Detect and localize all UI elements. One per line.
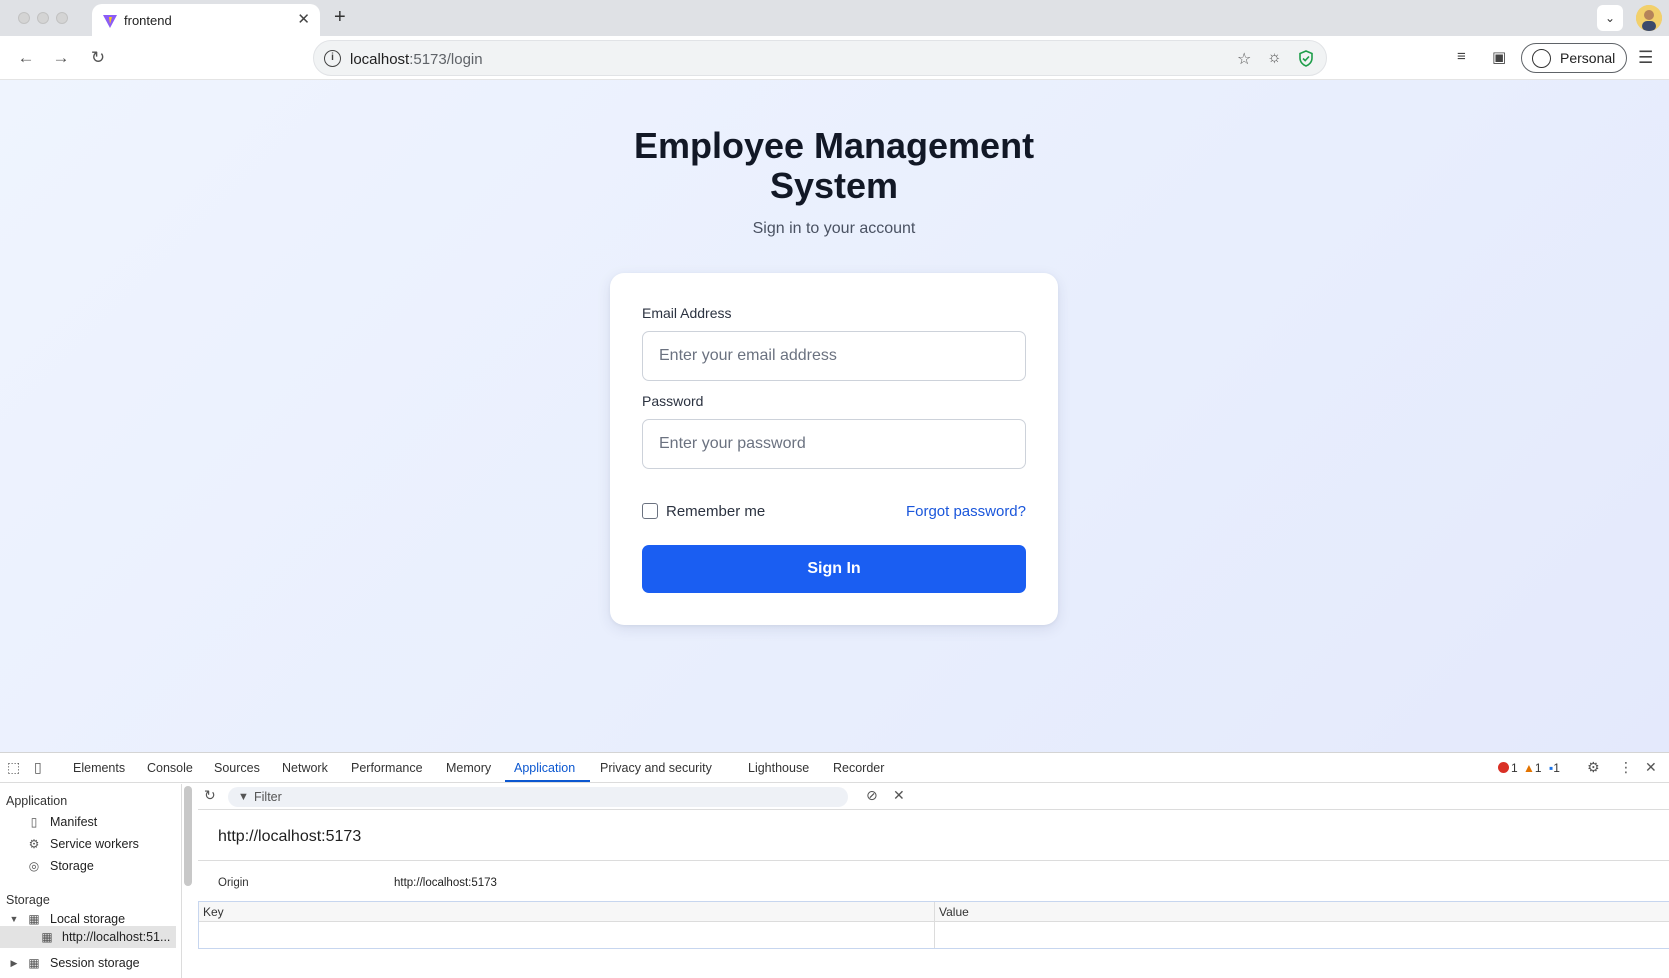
database-icon: ◎	[28, 859, 40, 873]
device-toolbar-icon[interactable]: ▯	[34, 759, 42, 776]
tab-strip: frontend ✕ + ⌄	[0, 0, 1669, 36]
tab-sources[interactable]: Sources	[214, 761, 260, 775]
storage-toolbar: ↻ ▼ Filter ⊘ ✕	[198, 784, 1669, 810]
profile-label: Personal	[1560, 50, 1616, 66]
page-subtitle: Sign in to your account	[752, 220, 916, 237]
tab-lighthouse[interactable]: Lighthouse	[748, 761, 809, 775]
sidebar-item-service-workers[interactable]: Service workers	[50, 837, 139, 851]
tab-console[interactable]: Console	[147, 761, 193, 775]
sidebar-item-local-storage[interactable]: Local storage	[50, 912, 125, 926]
avatar-icon	[1636, 5, 1662, 31]
back-button[interactable]: ←	[14, 46, 38, 70]
url-text: localhost:5173/login	[350, 51, 483, 68]
inspect-element-icon[interactable]: ⬚	[7, 759, 20, 776]
settings-gear-icon[interactable]: ⚙	[1587, 759, 1600, 776]
new-tab-button[interactable]: +	[334, 6, 346, 29]
tab-performance[interactable]: Performance	[351, 761, 423, 775]
minimize-window-button[interactable]	[37, 12, 49, 24]
more-options-icon[interactable]: ⋮	[1619, 759, 1633, 776]
devtools-panel: ⬚ ▯ Elements Console Sources Network Per…	[0, 752, 1669, 978]
tab-privacy-security[interactable]: Privacy and security	[600, 761, 712, 775]
sidebar-heading-application: Application	[6, 794, 68, 808]
warning-icon: ▲	[1523, 761, 1535, 775]
sidebar-item-manifest[interactable]: Manifest	[50, 815, 97, 829]
password-field[interactable]	[642, 419, 1026, 469]
active-tab-indicator	[505, 780, 590, 782]
origin-value: http://localhost:5173	[394, 877, 497, 889]
column-header-value[interactable]: Value	[939, 905, 969, 919]
login-page: Employee Management System Sign in to yo…	[0, 80, 1669, 752]
tab-network[interactable]: Network	[282, 761, 328, 775]
browser-menu-icon[interactable]: ☰	[1638, 48, 1653, 68]
message-count-badge[interactable]: ▪1	[1549, 761, 1560, 775]
column-header-key[interactable]: Key	[203, 905, 224, 919]
profile-button[interactable]: Personal	[1521, 43, 1627, 73]
page-title: Employee Management System	[633, 125, 1035, 206]
shield-check-icon[interactable]	[1298, 50, 1314, 67]
close-devtools-icon[interactable]: ✕	[1645, 759, 1657, 776]
login-card: Email Address Password Remember me Forgo…	[610, 273, 1058, 625]
collapse-triangle-icon[interactable]: ▶	[7, 956, 21, 970]
sign-in-button[interactable]: Sign In	[642, 545, 1026, 593]
tab-application[interactable]: Application	[514, 761, 575, 775]
devtools-tabbar: ⬚ ▯ Elements Console Sources Network Per…	[0, 753, 1669, 783]
site-info-icon[interactable]: i	[324, 50, 341, 67]
table-icon: ▦	[28, 956, 40, 970]
brightness-icon[interactable]: ☼	[1267, 49, 1282, 67]
sidebar-heading-storage: Storage	[6, 893, 50, 907]
reload-button[interactable]: ↻	[86, 46, 110, 70]
email-label: Email Address	[642, 305, 732, 321]
expand-triangle-icon[interactable]: ▼	[7, 912, 21, 926]
table-icon: ▦	[41, 930, 53, 944]
sidebar-item-session-storage[interactable]: Session storage	[50, 956, 140, 970]
refresh-icon[interactable]: ↻	[204, 787, 216, 804]
delete-selected-icon[interactable]: ✕	[893, 787, 905, 804]
origin-key-label: Origin	[218, 877, 249, 889]
downloads-icon[interactable]: ▣	[1492, 48, 1506, 66]
tab-memory[interactable]: Memory	[446, 761, 491, 775]
origin-title: http://localhost:5173	[218, 828, 362, 845]
remember-me-label[interactable]: Remember me	[666, 503, 765, 520]
tab-title: frontend	[124, 13, 172, 28]
storage-view: ↻ ▼ Filter ⊘ ✕ http://localhost:5173 Ori…	[198, 784, 1669, 978]
sidebar-item-local-storage-origin[interactable]: http://localhost:51...	[62, 930, 170, 944]
error-count-badge[interactable]: 1	[1498, 761, 1518, 775]
vite-logo-icon	[103, 15, 117, 28]
browser-toolbar: ← → ↻ i localhost:5173/login ☆ ☼ ≡ ▣ Per…	[0, 36, 1669, 80]
sidebar-item-storage[interactable]: Storage	[50, 859, 94, 873]
clear-all-icon[interactable]: ⊘	[866, 787, 878, 804]
reading-list-icon[interactable]: ≡	[1457, 48, 1466, 65]
divider	[198, 860, 1669, 861]
storage-table[interactable]: Key Value	[198, 901, 1669, 949]
error-icon	[1498, 762, 1509, 773]
email-field[interactable]	[642, 331, 1026, 381]
filter-input[interactable]: ▼ Filter	[228, 787, 848, 807]
funnel-icon: ▼	[238, 791, 249, 803]
close-window-button[interactable]	[18, 12, 30, 24]
sidebar-scrollbar[interactable]	[184, 786, 192, 886]
forward-button[interactable]: →	[49, 46, 73, 70]
address-bar[interactable]: i localhost:5173/login ☆ ☼	[313, 40, 1327, 76]
password-label: Password	[642, 393, 704, 409]
remember-me-checkbox[interactable]	[642, 503, 658, 519]
gears-icon: ⚙	[28, 837, 40, 851]
person-icon	[1532, 49, 1551, 68]
browser-tab[interactable]: frontend ✕	[92, 4, 320, 36]
document-icon: ▯	[30, 815, 38, 829]
bookmark-star-icon[interactable]: ☆	[1237, 49, 1251, 69]
tab-elements[interactable]: Elements	[73, 761, 125, 775]
warning-count-badge[interactable]: ▲1	[1523, 761, 1542, 775]
column-divider	[934, 902, 935, 948]
tab-search-button[interactable]: ⌄	[1597, 5, 1623, 31]
profile-avatar[interactable]	[1636, 5, 1662, 31]
table-icon: ▦	[28, 912, 40, 926]
tab-recorder[interactable]: Recorder	[833, 761, 884, 775]
forgot-password-link[interactable]: Forgot password?	[906, 503, 1026, 520]
tab-close-icon[interactable]: ✕	[297, 10, 310, 28]
application-sidebar: Application ▯ Manifest ⚙ Service workers…	[0, 784, 182, 978]
maximize-window-button[interactable]	[56, 12, 68, 24]
